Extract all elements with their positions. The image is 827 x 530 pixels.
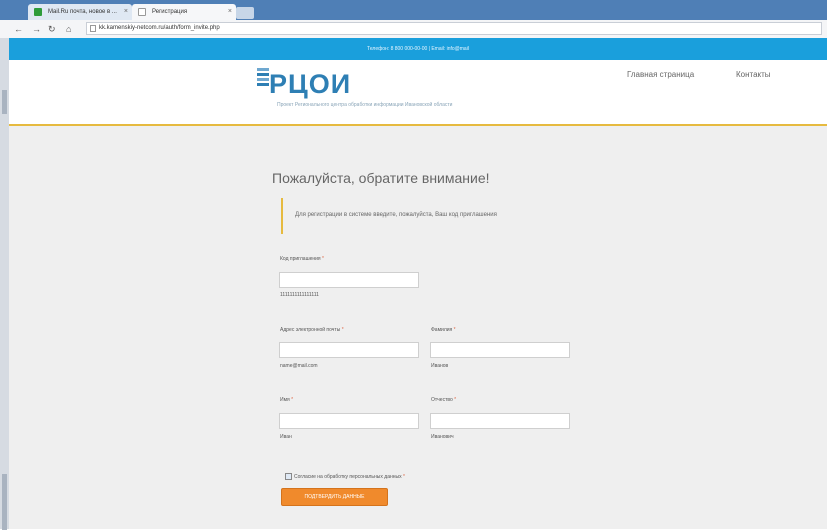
browser-toolbar: ← → ↻ ⌂ kk.kamenskiy-netcom.ru/auth/form…: [0, 20, 827, 39]
tab-mail[interactable]: Mail.Ru почта, новое в ... ×: [28, 4, 132, 20]
tab-registration[interactable]: Регистрация ×: [132, 4, 236, 20]
site-header: РЦОИ Проект Регионального центра обработ…: [9, 60, 827, 126]
notice-box: Для регистрации в системе введите, пожал…: [281, 198, 601, 234]
required-mark: *: [322, 256, 324, 262]
email-hint: name@mail.com: [280, 363, 318, 369]
required-mark: *: [341, 327, 344, 333]
home-icon[interactable]: ⌂: [66, 23, 71, 35]
close-tab-icon[interactable]: ×: [124, 4, 128, 20]
tab-mail-title: Mail.Ru почта, новое в ...: [48, 9, 117, 15]
invite-code-hint: 1111111111111111: [280, 292, 319, 298]
address-bar[interactable]: kk.kamenskiy-netcom.ru/auth/form_invite.…: [86, 22, 822, 35]
email-label: Адрес электронной почты *: [280, 327, 344, 333]
invite-code-label: Код приглашения *: [280, 256, 324, 262]
patronymic-hint: Иванович: [431, 434, 454, 440]
page-icon: [90, 25, 96, 32]
page-favicon-icon: [138, 8, 146, 16]
email-field[interactable]: [279, 342, 419, 358]
tab-registration-title: Регистрация: [152, 9, 188, 15]
logo-subtitle: Проект Регионального центра обработки ин…: [277, 102, 453, 108]
page-title: Пожалуйста, обратите внимание!: [272, 170, 490, 186]
submit-button[interactable]: Подтвердить данные: [281, 488, 388, 506]
scrollbar-thumb[interactable]: [2, 474, 7, 530]
forward-arrow-icon[interactable]: →: [32, 23, 41, 35]
web-page: Телефон: 8 800 000-00-00 | Email: info@m…: [9, 38, 827, 529]
required-mark: *: [453, 327, 456, 333]
invite-code-label-text: Код приглашения: [280, 256, 321, 262]
lastname-hint: Иванов: [431, 363, 449, 369]
left-panel-strip: [0, 38, 9, 530]
reload-icon[interactable]: ↻: [48, 23, 56, 35]
consent-checkbox[interactable]: [285, 473, 292, 480]
lastname-label: Фамилия *: [431, 327, 456, 333]
firstname-hint: Иван: [280, 434, 292, 440]
firstname-label: Имя *: [280, 397, 293, 403]
back-arrow-icon[interactable]: ←: [14, 23, 23, 35]
patronymic-label-text: Отчество: [431, 397, 453, 403]
required-mark: *: [291, 397, 294, 403]
lastname-label-text: Фамилия: [431, 327, 453, 333]
lastname-field[interactable]: [430, 342, 570, 358]
firstname-label-text: Имя: [280, 397, 290, 403]
site-logo[interactable]: РЦОИ: [269, 70, 351, 98]
patronymic-field[interactable]: [430, 413, 570, 429]
new-tab-button[interactable]: [236, 7, 254, 19]
panel-grip[interactable]: [2, 90, 7, 114]
firstname-field[interactable]: [279, 413, 419, 429]
mail-favicon-icon: [34, 8, 42, 16]
address-bar-url: kk.kamenskiy-netcom.ru/auth/form_invite.…: [99, 25, 220, 31]
nav-home-link[interactable]: Главная страница: [627, 70, 694, 79]
required-mark: *: [402, 473, 405, 480]
nav-contacts-link[interactable]: Контакты: [736, 70, 771, 79]
required-mark: *: [454, 397, 457, 403]
close-tab-icon[interactable]: ×: [228, 4, 232, 20]
patronymic-label: Отчество *: [431, 397, 456, 403]
email-label-text: Адрес электронной почты: [280, 327, 341, 333]
contact-info-bar: Телефон: 8 800 000-00-00 | Email: info@m…: [9, 38, 827, 60]
notice-text: Для регистрации в системе введите, пожал…: [295, 212, 497, 218]
invite-code-input[interactable]: [279, 272, 419, 288]
browser-tab-bar: Mail.Ru почта, новое в ... × Регистрация…: [0, 0, 827, 20]
consent-checkbox-row[interactable]: Согласие на обработку персональных данны…: [285, 473, 405, 480]
consent-label: Согласие на обработку персональных данны…: [294, 473, 402, 480]
